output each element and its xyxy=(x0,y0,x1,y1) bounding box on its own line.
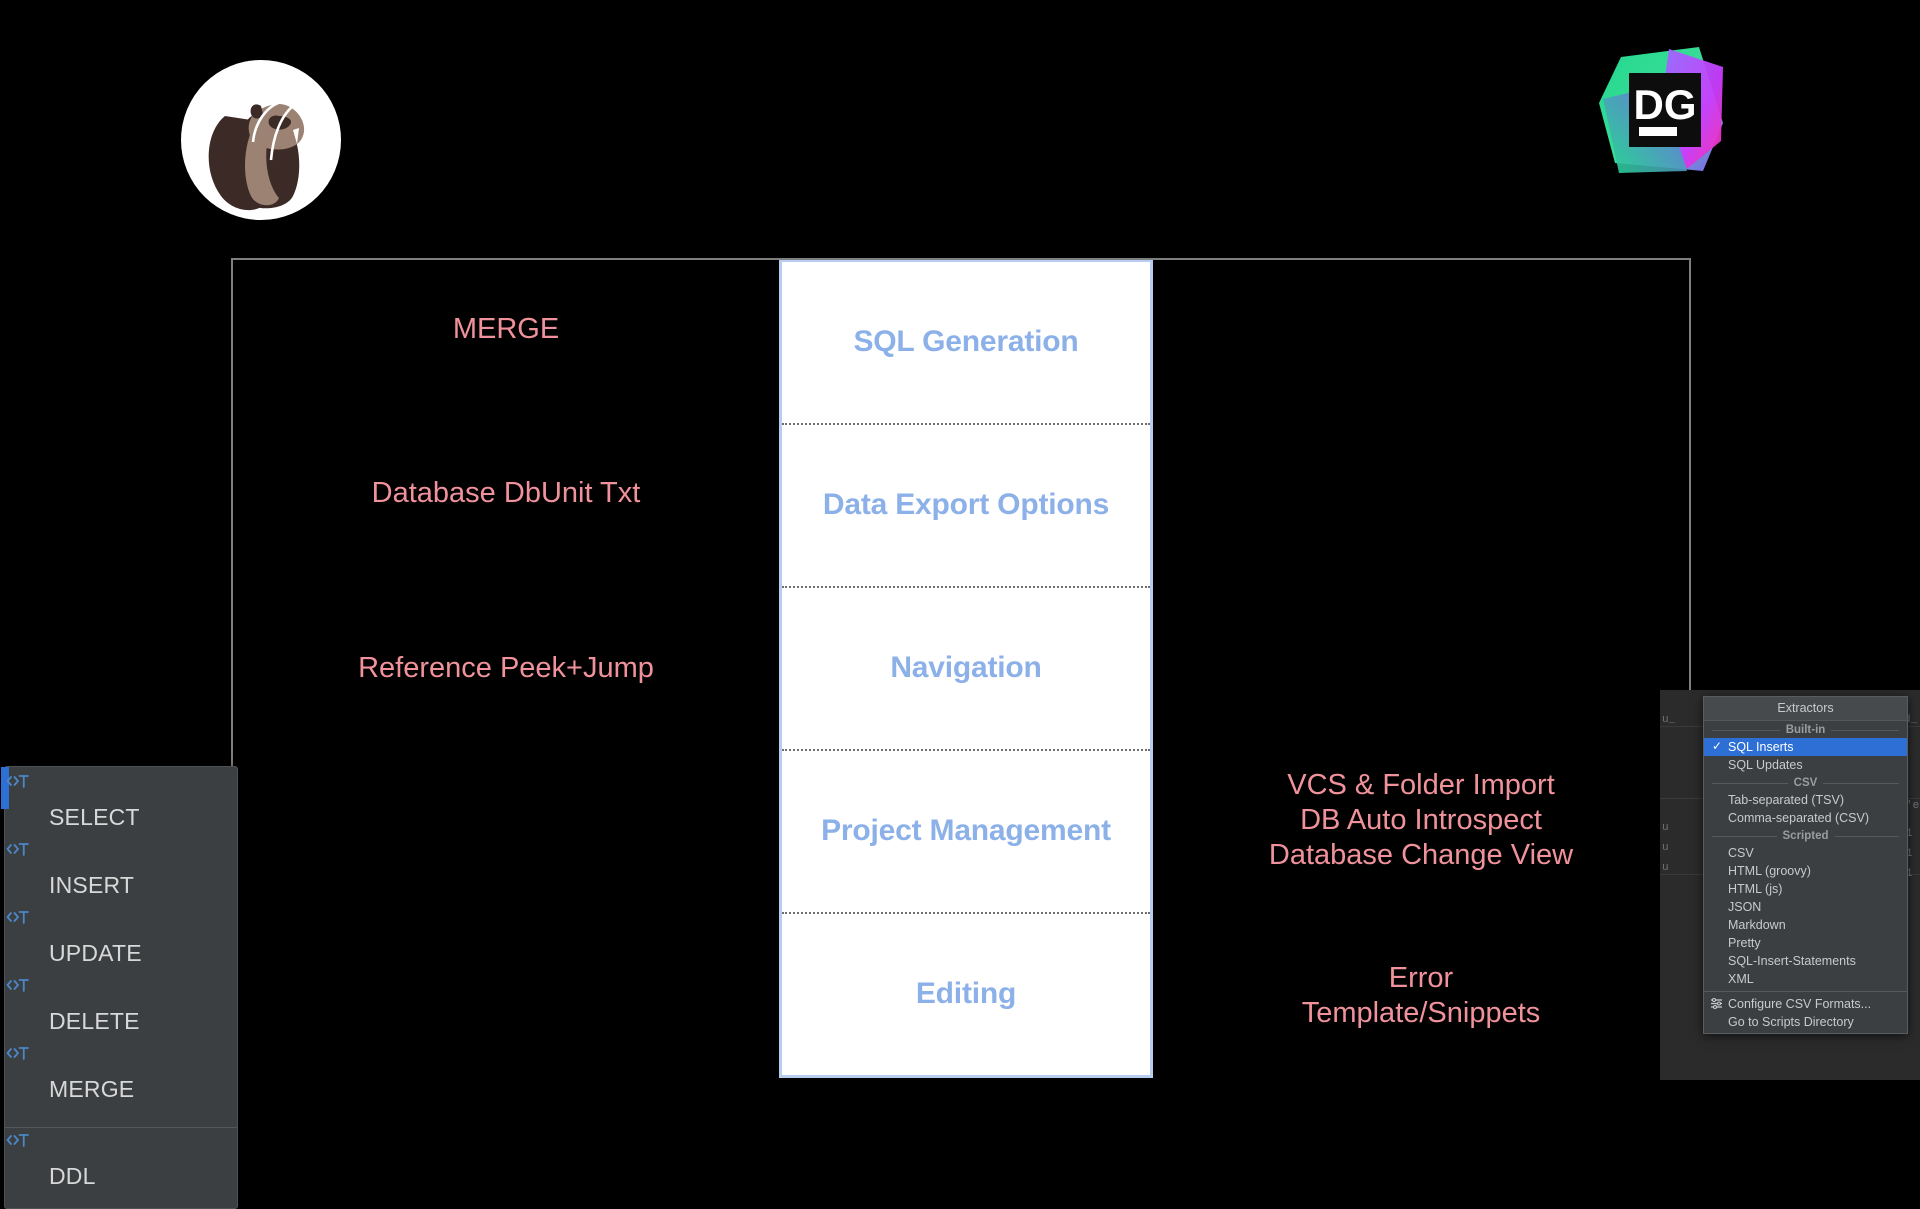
left-cell-data-export: Database DbUnit Txt xyxy=(233,424,779,588)
dbeaver-feature-column: MERGE Database DbUnit Txt Reference Peek… xyxy=(233,260,779,1078)
extractors-group-label: Built-in xyxy=(1785,724,1826,736)
context-menu-label-insert: INSERT xyxy=(49,872,135,898)
dbeaver-logo xyxy=(181,60,341,220)
context-menu-label-update: UPDATE xyxy=(49,940,142,966)
extractor-item-label: Tab-separated (TSV) xyxy=(1728,793,1845,807)
left-label-0: MERGE xyxy=(452,313,560,346)
extractors-group-csv: CSV xyxy=(1704,774,1907,791)
left-cell-editing xyxy=(233,914,779,1078)
extractor-item-label: XML xyxy=(1728,972,1754,986)
right-cell-editing: Error Template/Snippets xyxy=(1153,914,1689,1078)
right-cell-data-export xyxy=(1153,424,1689,588)
category-cell-navigation: Navigation xyxy=(782,588,1150,751)
extractors-group-label: Scripted xyxy=(1782,830,1829,842)
category-label-2: Navigation xyxy=(890,651,1042,685)
extractor-action-go-to-scripts-directory[interactable]: Go to Scripts Directory xyxy=(1704,1013,1907,1031)
context-menu-item-update[interactable]: UPDATE xyxy=(5,907,237,975)
extractors-popup-title: Extractors xyxy=(1704,697,1907,721)
category-cell-sql-generation: SQL Generation xyxy=(782,262,1150,425)
extractors-popup[interactable]: Extractors Built-in ✓ SQL Inserts SQL Up… xyxy=(1703,696,1908,1034)
check-icon: ✓ xyxy=(1712,739,1723,753)
extractors-group-label: CSV xyxy=(1793,777,1818,789)
sql-template-icon xyxy=(5,911,29,931)
extractor-action-label: Configure CSV Formats... xyxy=(1728,997,1872,1011)
category-label-3: Project Management xyxy=(821,814,1111,848)
category-column: SQL Generation Data Export Options Navig… xyxy=(779,260,1153,1078)
extractor-item-html-groovy[interactable]: HTML (groovy) xyxy=(1704,862,1907,880)
extractor-action-configure-csv-formats[interactable]: Configure CSV Formats... xyxy=(1704,995,1907,1013)
extractor-item-sql-inserts[interactable]: ✓ SQL Inserts xyxy=(1704,738,1907,756)
left-cell-navigation: Reference Peek+Jump xyxy=(233,587,779,751)
right-label-3: VCS & Folder Import DB Auto Introspect D… xyxy=(1268,768,1574,872)
right-cell-navigation xyxy=(1153,587,1689,751)
extractor-item-html-js[interactable]: HTML (js) xyxy=(1704,880,1907,898)
extractor-item-label: Comma-separated (CSV) xyxy=(1728,811,1870,825)
sql-template-icon xyxy=(5,843,29,863)
extractor-item-pretty[interactable]: Pretty xyxy=(1704,934,1907,952)
left-cell-sql-generation: MERGE xyxy=(233,260,779,424)
category-cell-project-management: Project Management xyxy=(782,751,1150,914)
extractor-item-label: JSON xyxy=(1728,900,1762,914)
ghost-text: u xyxy=(1662,862,1669,874)
extractor-item-tsv[interactable]: Tab-separated (TSV) xyxy=(1704,791,1907,809)
category-label-1: Data Export Options xyxy=(822,488,1110,522)
sql-template-icon xyxy=(5,775,29,795)
extractor-item-xml[interactable]: XML xyxy=(1704,970,1907,988)
ghost-text: u xyxy=(1662,822,1669,834)
sql-template-icon xyxy=(5,1047,29,1067)
left-cell-project-management xyxy=(233,751,779,915)
context-menu-label-ddl: DDL xyxy=(49,1163,96,1189)
ghost-text: u_ xyxy=(1662,714,1676,726)
context-menu-item-merge[interactable]: MERGE xyxy=(5,1043,237,1121)
extractor-item-label: Pretty xyxy=(1728,936,1761,950)
context-menu-label-merge: MERGE xyxy=(49,1076,135,1102)
extractors-separator xyxy=(1704,991,1907,992)
extractor-item-label: SQL Inserts xyxy=(1728,740,1794,754)
right-cell-project-management: VCS & Folder Import DB Auto Introspect D… xyxy=(1153,751,1689,915)
category-cell-editing: Editing xyxy=(782,914,1150,1075)
extractors-group-scripted: Scripted xyxy=(1704,827,1907,844)
extractor-action-label: Go to Scripts Directory xyxy=(1728,1015,1854,1029)
extractor-item-label: SQL Updates xyxy=(1728,758,1803,772)
extractor-item-markdown[interactable]: Markdown xyxy=(1704,916,1907,934)
extractor-item-json[interactable]: JSON xyxy=(1704,898,1907,916)
right-label-4: Error Template/Snippets xyxy=(1301,961,1541,1030)
datagrip-feature-column: VCS & Folder Import DB Auto Introspect D… xyxy=(1153,260,1689,1078)
sql-template-icon xyxy=(5,1134,29,1154)
context-menu-label-delete: DELETE xyxy=(49,1008,140,1034)
extractor-item-label: HTML (js) xyxy=(1728,882,1783,896)
context-menu-item-select[interactable]: SELECT xyxy=(5,771,237,839)
extractor-item-label: CSV xyxy=(1728,846,1754,860)
extractor-item-label: SQL-Insert-Statements xyxy=(1728,954,1856,968)
left-label-2: Reference Peek+Jump xyxy=(358,652,654,685)
sql-template-icon xyxy=(5,979,29,999)
left-label-1: Database DbUnit Txt xyxy=(371,476,641,509)
comparison-columns: MERGE Database DbUnit Txt Reference Peek… xyxy=(233,260,1689,1078)
context-menu-item-delete[interactable]: DELETE xyxy=(5,975,237,1043)
context-menu-item-ddl[interactable]: DDL xyxy=(5,1130,237,1208)
extractor-item-csv-comma[interactable]: Comma-separated (CSV) xyxy=(1704,809,1907,827)
context-menu-label-select: SELECT xyxy=(49,804,140,830)
sql-generation-context-menu[interactable]: SELECT INSERT UPDATE DELETE MERGE DDL xyxy=(1,766,238,1209)
context-menu-item-insert[interactable]: INSERT xyxy=(5,839,237,907)
category-label-0: SQL Generation xyxy=(853,325,1079,359)
extractor-item-label: HTML (groovy) xyxy=(1728,864,1811,878)
extractors-group-builtin: Built-in xyxy=(1704,721,1907,738)
extractor-item-label: Markdown xyxy=(1728,918,1786,932)
ghost-text: u xyxy=(1662,842,1669,854)
sliders-icon xyxy=(1710,997,1723,1013)
comparison-frame: MERGE Database DbUnit Txt Reference Peek… xyxy=(231,258,1691,1078)
category-label-4: Editing xyxy=(915,977,1017,1011)
extractor-item-sql-insert-statements[interactable]: SQL-Insert-Statements xyxy=(1704,952,1907,970)
extractor-item-sql-updates[interactable]: SQL Updates xyxy=(1704,756,1907,774)
category-cell-data-export: Data Export Options xyxy=(782,425,1150,588)
datagrip-logo: DG xyxy=(1591,45,1731,185)
extractor-item-csv[interactable]: CSV xyxy=(1704,844,1907,862)
datagrip-logo-text: DG xyxy=(1634,81,1697,128)
context-menu-separator xyxy=(5,1127,237,1128)
right-cell-sql-generation xyxy=(1153,260,1689,424)
